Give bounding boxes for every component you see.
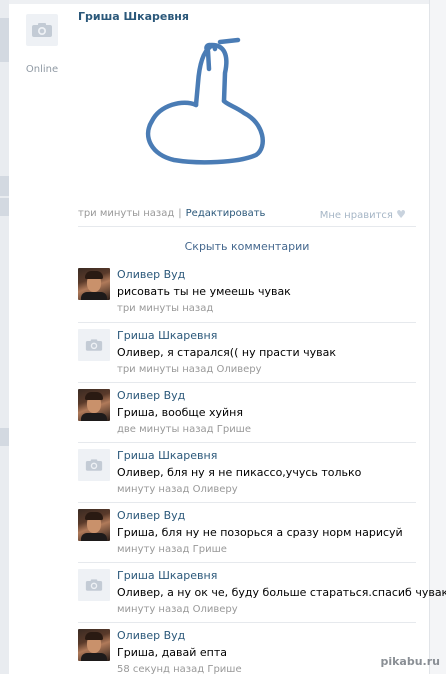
comment-text: Гриша, давай епта (117, 646, 227, 659)
commenter-avatar[interactable] (78, 329, 110, 361)
comment-time[interactable]: три минуты назад (117, 303, 213, 314)
comment-author[interactable]: Оливер Вуд (117, 268, 185, 281)
comment-time[interactable]: 58 секунд назад Грише (117, 664, 242, 675)
post-author[interactable]: Гриша Шкаревня (78, 10, 189, 23)
comment-text: Гриша, вообще хуйня (117, 406, 243, 419)
camera-icon (85, 339, 103, 351)
comment-text: Оливер, бля ну я не пикассо,учусь только (117, 466, 362, 479)
comment-text: Оливер, а ну ок че, буду больше старатьс… (117, 586, 446, 599)
comment-time[interactable]: минуту назад Оливеру (117, 484, 238, 495)
meta-separator: | (178, 208, 182, 219)
comment-time[interactable]: минуту назад Грише (117, 544, 227, 555)
comment-time[interactable]: две минуты назад Грише (117, 424, 251, 435)
comment-item: Оливер Вуд Гриша, давай епта 58 секунд н… (78, 622, 416, 682)
comment-text: рисовать ты не умеешь чувак (117, 285, 291, 298)
comment-item: Оливер Вуд рисовать ты не умеешь чувак т… (78, 262, 416, 322)
comment-author[interactable]: Оливер Вуд (117, 629, 185, 642)
comment-time[interactable]: минуту назад Оливеру (117, 604, 238, 615)
page-scrollbar[interactable] (429, 0, 446, 674)
edit-link[interactable]: Редактировать (186, 208, 266, 219)
heart-icon: ♥ (396, 208, 406, 221)
hide-comments-button[interactable]: Скрыть комментарии (78, 226, 416, 257)
camera-icon (85, 459, 103, 471)
comment-author[interactable]: Оливер Вуд (117, 509, 185, 522)
commenter-avatar[interactable] (78, 509, 110, 541)
like-button[interactable]: Мне нравится ♥ (320, 208, 406, 221)
comment-text: Гриша, бля ну не позорься а сразу норм н… (117, 526, 403, 539)
commenter-avatar[interactable] (78, 569, 110, 601)
left-sidebar-edge (0, 0, 9, 674)
comments-list: Оливер Вуд рисовать ты не умеешь чувак т… (78, 262, 446, 682)
top-edge (9, 0, 446, 4)
comment-item: Оливер Вуд Гриша, бля ну не позорься а с… (78, 502, 416, 562)
comment-text: Оливер, я старался(( ну прасти чувак (117, 346, 336, 359)
camera-icon (32, 23, 52, 37)
post-time[interactable]: три минуты назад (78, 208, 174, 219)
post-drawing (145, 37, 265, 165)
comment-item: Гриша Шкаревня Оливер, бля ну я не пикас… (78, 442, 416, 502)
post-meta: три минуты назад | Редактировать (78, 208, 265, 219)
comment-item: Гриша Шкаревня Оливер, я старался(( ну п… (78, 322, 416, 382)
comment-author[interactable]: Гриша Шкаревня (117, 449, 217, 462)
commenter-avatar[interactable] (78, 389, 110, 421)
comment-author[interactable]: Гриша Шкаревня (117, 569, 217, 582)
comment-item: Оливер Вуд Гриша, вообще хуйня две минут… (78, 382, 416, 442)
comment-time[interactable]: три минуты назад Оливеру (117, 364, 262, 375)
author-avatar[interactable] (26, 14, 58, 46)
like-label: Мне нравится (319, 210, 393, 221)
camera-icon (85, 579, 103, 591)
commenter-avatar[interactable] (78, 268, 110, 300)
comment-item: Гриша Шкаревня Оливер, а ну ок че, буду … (78, 562, 446, 622)
online-status: Online (25, 64, 59, 75)
watermark: pikabu.ru (380, 655, 440, 668)
comment-author[interactable]: Гриша Шкаревня (117, 329, 217, 342)
commenter-avatar[interactable] (78, 629, 110, 661)
commenter-avatar[interactable] (78, 449, 110, 481)
comment-author[interactable]: Оливер Вуд (117, 389, 185, 402)
